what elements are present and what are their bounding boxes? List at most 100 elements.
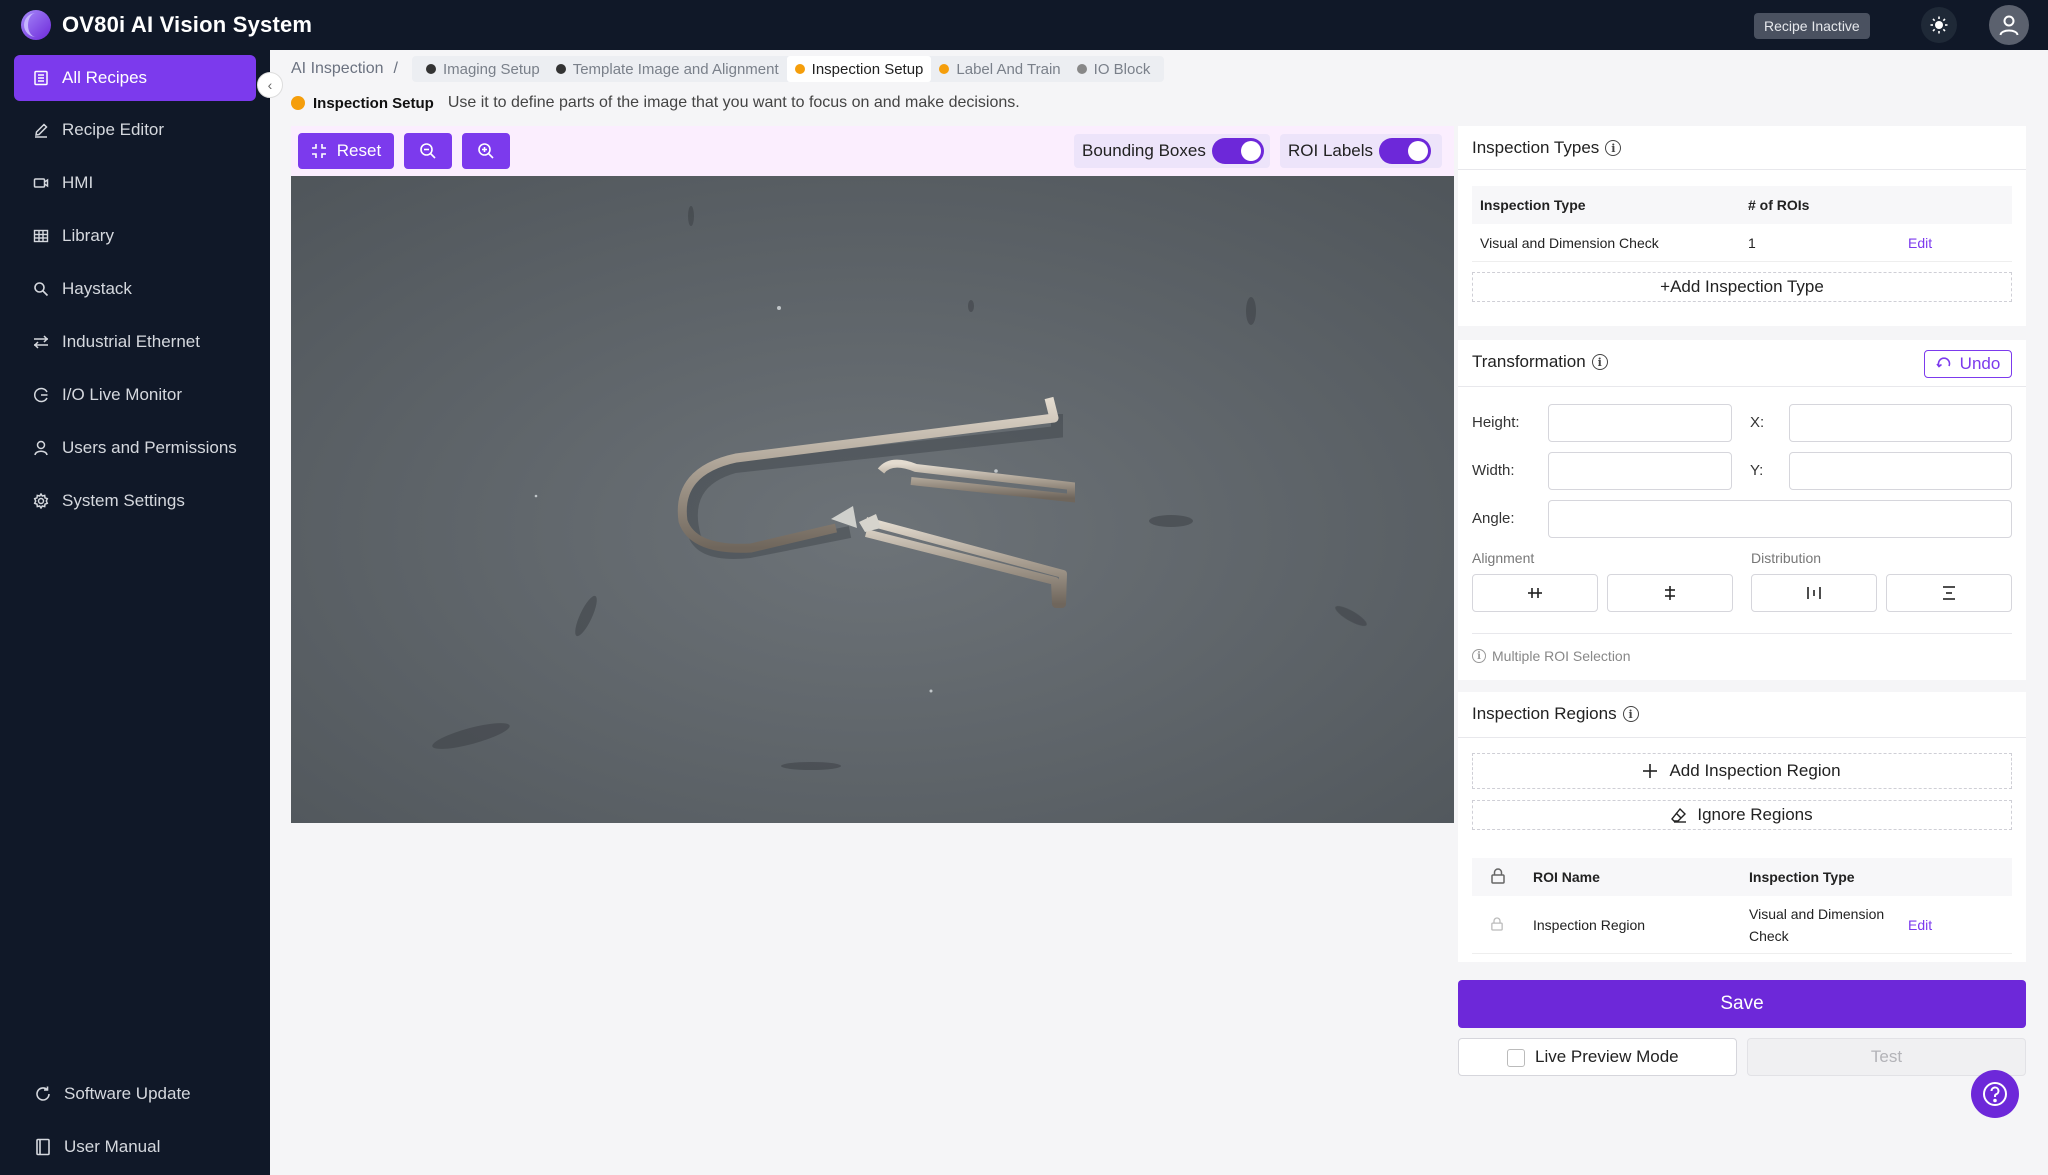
theme-toggle-button[interactable]: [1921, 7, 1957, 43]
sidebar-item-io-live-monitor[interactable]: I/O Live Monitor: [14, 372, 256, 418]
transformation-panel: Transformation i Undo Height: X: Width: …: [1458, 340, 2026, 680]
undo-icon: [1936, 357, 1950, 368]
bounding-boxes-toggle[interactable]: [1211, 138, 1264, 164]
help-button[interactable]: [1971, 1070, 2019, 1118]
roi-name: Inspection Region: [1533, 916, 1646, 933]
add-inspection-region-button[interactable]: Add Inspection Region: [1472, 753, 2012, 789]
width-label: Width:: [1472, 462, 1515, 479]
sidebar-item-users-permissions[interactable]: Users and Permissions: [14, 425, 256, 471]
table-row: Inspection Region Visual and Dimension C…: [1472, 896, 2012, 954]
step-template-image-alignment[interactable]: Template Image and Alignment: [548, 56, 787, 82]
sidebar-item-hmi[interactable]: HMI: [14, 160, 256, 206]
add-inspection-type-button[interactable]: +Add Inspection Type: [1472, 272, 2012, 302]
angle-label: Angle:: [1472, 510, 1515, 527]
step-label: Label And Train: [956, 60, 1061, 78]
distribute-horizontal-icon: [1807, 587, 1821, 599]
recipe-status-badge: Recipe Inactive: [1754, 13, 1870, 39]
chevron-left-icon: ‹: [267, 77, 273, 93]
roi-type-line: Check: [1749, 927, 1789, 944]
lock-icon: [1491, 868, 1505, 884]
distribute-horizontal-button[interactable]: [1751, 574, 1877, 612]
step-status-dot: [425, 64, 436, 74]
app-logo: [21, 10, 51, 40]
panel-title-text: Inspection Regions: [1472, 704, 1617, 723]
zoom-out-button[interactable]: [404, 133, 452, 169]
x-input[interactable]: [1789, 404, 2012, 442]
step-label: Template Image and Alignment: [572, 60, 779, 78]
grid-icon: [32, 227, 50, 245]
step-inspection-setup[interactable]: Inspection Setup: [786, 56, 932, 82]
edit-inspection-type-link[interactable]: Edit: [1908, 235, 1932, 251]
sidebar-item-all-recipes[interactable]: All Recipes: [14, 55, 256, 101]
network-icon: [32, 333, 50, 351]
camera-image: [291, 176, 1454, 823]
lock-icon[interactable]: [1491, 917, 1503, 931]
collapse-sidebar-button[interactable]: ‹: [257, 72, 283, 98]
step-label: Imaging Setup: [442, 60, 540, 78]
angle-input[interactable]: [1548, 500, 2012, 538]
sidebar-item-library[interactable]: Library: [14, 213, 256, 259]
user-avatar-button[interactable]: [1989, 5, 2029, 45]
ignore-regions-button[interactable]: Ignore Regions: [1472, 800, 2012, 830]
y-input[interactable]: [1789, 452, 2012, 490]
step-io-block[interactable]: IO Block: [1069, 56, 1159, 82]
sidebar-item-recipe-editor[interactable]: Recipe Editor: [14, 107, 256, 153]
ignore-regions-label: Ignore Regions: [1697, 805, 1813, 824]
inspection-regions-panel: Inspection Regions i Add Inspection Regi…: [1458, 692, 2026, 962]
zoom-in-button[interactable]: [462, 133, 510, 169]
step-nav: Imaging Setup Template Image and Alignme…: [411, 56, 1165, 82]
shrink-icon: [311, 144, 326, 158]
save-button[interactable]: Save: [1458, 980, 2026, 1028]
gear-icon: [32, 492, 50, 510]
reset-button[interactable]: Reset: [298, 133, 394, 169]
info-icon[interactable]: i: [1622, 706, 1639, 722]
camera-icon: [32, 174, 50, 192]
align-vertical-center-button[interactable]: [1607, 574, 1733, 612]
inspection-regions-table: ROI Name Inspection Type Inspection Regi…: [1472, 858, 2012, 954]
live-preview-label: Live Preview Mode: [1535, 1047, 1679, 1066]
inspection-image[interactable]: [291, 176, 1454, 823]
sidebar-item-label: Industrial Ethernet: [62, 332, 200, 351]
info-icon[interactable]: i: [1605, 140, 1622, 156]
sidebar: All Recipes Recipe Editor HMI Library Ha…: [0, 50, 270, 1175]
step-description-text: Use it to define parts of the image that…: [447, 94, 1020, 111]
live-preview-checkbox[interactable]: [1507, 1049, 1525, 1067]
edit-roi-link[interactable]: Edit: [1908, 917, 1932, 933]
top-bar: OV80i AI Vision System Recipe Inactive: [0, 0, 2048, 50]
distribution-label: Distribution: [1751, 550, 1822, 566]
undo-button[interactable]: Undo: [1924, 350, 2012, 378]
height-input[interactable]: [1548, 404, 1732, 442]
info-icon[interactable]: i: [1591, 354, 1608, 370]
sidebar-item-label: Software Update: [64, 1084, 191, 1103]
transformation-title: Transformation i: [1472, 352, 1608, 372]
step-imaging-setup[interactable]: Imaging Setup: [418, 56, 548, 82]
sidebar-item-label: Recipe Editor: [62, 120, 165, 139]
sidebar-item-user-manual[interactable]: User Manual: [14, 1124, 256, 1170]
sidebar-item-industrial-ethernet[interactable]: Industrial Ethernet: [14, 319, 256, 365]
book-icon: [34, 1138, 52, 1156]
sidebar-item-haystack[interactable]: Haystack: [14, 266, 256, 312]
help-icon: [1983, 1082, 2007, 1106]
reset-label: Reset: [336, 141, 382, 160]
sidebar-item-software-update[interactable]: Software Update: [14, 1071, 256, 1117]
breadcrumb-root[interactable]: AI Inspection: [291, 60, 384, 78]
inspection-type-name: Visual and Dimension Check: [1480, 234, 1659, 251]
sidebar-item-system-settings[interactable]: System Settings: [14, 478, 256, 524]
step-label-and-train[interactable]: Label And Train: [931, 56, 1068, 82]
width-input[interactable]: [1548, 452, 1732, 490]
distribute-vertical-button[interactable]: [1886, 574, 2012, 612]
save-label: Save: [1720, 993, 1764, 1014]
bounding-boxes-label: Bounding Boxes: [1082, 141, 1206, 160]
test-button[interactable]: Test: [1747, 1038, 2026, 1076]
inspection-types-title: Inspection Types i: [1472, 138, 1622, 158]
plus-icon: [1643, 764, 1658, 778]
roi-labels-toggle[interactable]: [1379, 138, 1432, 164]
zoom-out-icon: [420, 143, 436, 159]
align-horizontal-center-button[interactable]: [1472, 574, 1598, 612]
step-status-dot: [555, 64, 566, 74]
table-row: Visual and Dimension Check 1 Edit: [1472, 224, 2012, 262]
inspection-types-panel: Inspection Types i Inspection Type # of …: [1458, 126, 2026, 326]
app-title: OV80i AI Vision System: [62, 12, 313, 37]
live-preview-toggle[interactable]: Live Preview Mode: [1458, 1038, 1737, 1076]
sidebar-item-label: I/O Live Monitor: [62, 385, 182, 404]
